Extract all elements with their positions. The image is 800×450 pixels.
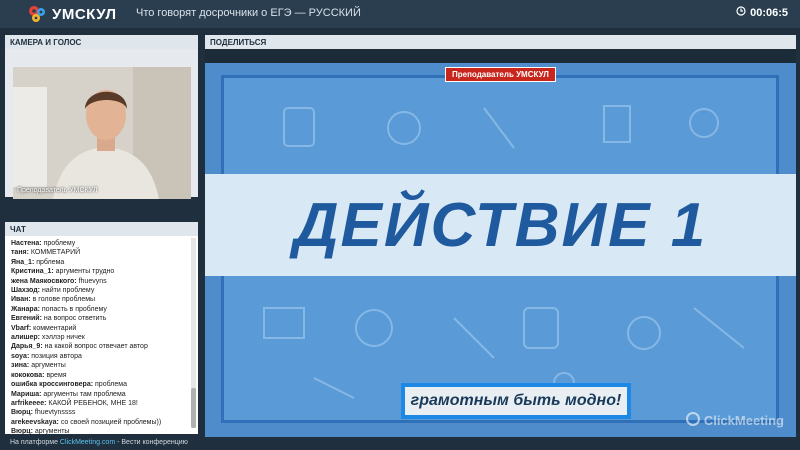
footer-suffix: - Вести конференцию [115,439,188,446]
chat-message: Жанара: попасть в проблему [11,305,189,314]
chat-message-list: Настена: проблему таня: КОММЕТАРИЙ Яна_1: … [11,239,189,434]
chat-message-text: аргументы трудно [53,268,115,276]
chat-message-text: проблема [93,381,127,389]
chat-message: Дарья_9: на какой вопрос отвечает автор [11,342,189,351]
chat-message: Мариша: аргументы там проблема [11,390,189,399]
chat-scrollbar[interactable] [191,238,196,428]
footer-link[interactable]: ClickMeeting.com [60,439,115,446]
chat-message-user: Вюрц: [11,428,33,434]
teacher-tag: Преподаватель УМСКУЛ [445,67,556,82]
chat-message: Настена: проблему [11,239,189,248]
chat-message-text: на вопрос ответить [41,315,107,323]
chat-message-user: Дарья_9: [11,343,43,351]
chat-message-text: найти проблему [40,287,95,295]
chat-message-text: проблему [41,240,76,247]
chat-message: Вюрц: аргументы [11,427,189,434]
chat-message: Евгений: на вопрос ответить [11,314,189,323]
chat-message: кококова: время [11,371,189,380]
chat-message-user: Евгений: [11,315,42,323]
timer-value: 00:06:5 [750,6,788,19]
chat-message-user: arfrikeeee: [11,399,47,407]
chat-message: таня: КОММЕТАРИЙ [11,248,189,257]
chat-message-user: таня: [11,249,29,257]
chat-panel-label: ЧАТ [5,222,198,236]
logo-text: УМСКУЛ [52,5,117,23]
camera-video[interactable]: Преподаватель УМСКУЛ [13,67,191,199]
camera-panel: Преподаватель УМСКУЛ [5,49,198,199]
chat-message-text: аргументы там проблема [41,390,126,398]
chat-message-user: Яна_1: [11,258,35,266]
share-panel: ДЕЙСТВИЕ 1 Преподаватель УМСКУЛ грамотны… [205,49,796,437]
timer: 00:06:5 [736,6,788,19]
chat-message-user: Жанара: [11,305,40,313]
gears-logo-icon [26,3,48,25]
chat-message-text: КАКОЙ РЕБЕНОК, МНЕ 18! [46,399,138,407]
clickmeeting-watermark: ClickMeeting [685,412,784,429]
chat-message: Шахзод: найти проблему [11,286,189,295]
chat-message-text: позиция автора [29,352,82,360]
chat-message: soya: позиция автора [11,352,189,361]
camera-caption: Преподаватель УМСКУЛ [17,187,98,194]
chat-message-user: зина: [11,362,30,370]
logo: УМСКУЛ [26,3,116,25]
chat-message-text: попасть в проблему [39,305,107,313]
clickmeeting-logo-icon [685,412,700,429]
chat-message-text: в голове проблемы [30,296,96,304]
chat-message-user: алишер: [11,334,40,342]
chat-message: Иван: в голове проблемы [11,295,189,304]
chat-message-user: Вюрц: [11,409,33,417]
chat-message: ошибка кроссинговера: проблема [11,380,189,389]
chat-message-user: Vbarf: [11,324,32,332]
chat-message-text: на какой вопрос отвечает автор [42,343,148,351]
chat-message-text: fhuevyns [76,277,107,285]
chat-message: Вюрц: fhuevtynssss [11,408,189,417]
chat-message-user: Мариша: [11,390,42,398]
chat-message-text: хэллэр ничек [39,334,85,342]
chat-message-user: Кристина_1: [11,268,54,276]
footer-prefix: На платформе [10,439,60,446]
chat-message: алишер: хэллэр ничек [11,333,189,342]
chat-message-user: жена Маякосвкого: [11,277,77,285]
chat-message: arfrikeeee: КАКОЙ РЕБЕНОК, МНЕ 18! [11,399,189,408]
chat-message-user: ошибка кроссинговера: [11,381,94,389]
chat-message: arekeevskaya: со своей позицией проблемы… [11,418,189,427]
chat-message-user: Шахзод: [11,287,40,295]
chat-message-text: комментарий [31,324,77,332]
camera-panel-label: КАМЕРА И ГОЛОС [5,35,198,49]
slide-motto: грамотным быть модно! [401,383,631,419]
chat-message-text: КОММЕТАРИЙ [28,249,81,257]
chat-message-user: Иван: [11,296,31,304]
chat-message: зина: аргументы [11,361,189,370]
chat-message-user: Настена: [11,240,42,247]
footer: На платформе ClickMeeting.com - Вести ко… [0,437,800,450]
chat-message-user: soya: [11,352,30,360]
chat-message: Vbarf: комментарий [11,324,189,333]
slide-heading: ДЕЙСТВИЕ 1 [293,190,708,260]
presenter-image [13,67,191,199]
chat-message-text: прблема [34,258,65,266]
chat-message-text: fhuevtynssss [32,409,76,417]
chat-message-text: аргументы [32,428,70,434]
chat-message: Яна_1: прблема [11,258,189,267]
chat-message-text: время [44,371,67,379]
chat-message-user: arekeevskaya: [11,418,59,426]
chat-scroll-thumb[interactable] [191,388,196,428]
share-panel-label: ПОДЕЛИТЬСЯ [205,35,796,49]
webinar-title: Что говорят досрочники о ЕГЭ — РУССКИЙ [136,7,361,19]
chat-message-user: кококова: [11,371,45,379]
watermark-text: ClickMeeting [703,413,784,428]
chat-panel[interactable]: Настена: проблему таня: КОММЕТАРИЙ Яна_1: … [5,236,198,434]
chat-message-text: со своей позицией проблемы)) [58,418,162,426]
chat-message-text: аргументы [29,362,66,370]
clock-icon [736,6,746,19]
top-bar: УМСКУЛ Что говорят досрочники о ЕГЭ — РУ… [0,0,800,28]
chat-message: Кристина_1: аргументы трудно [11,267,189,276]
presentation-slide: ДЕЙСТВИЕ 1 Преподаватель УМСКУЛ грамотны… [205,63,796,437]
chat-message: жена Маякосвкого: fhuevyns [11,277,189,286]
